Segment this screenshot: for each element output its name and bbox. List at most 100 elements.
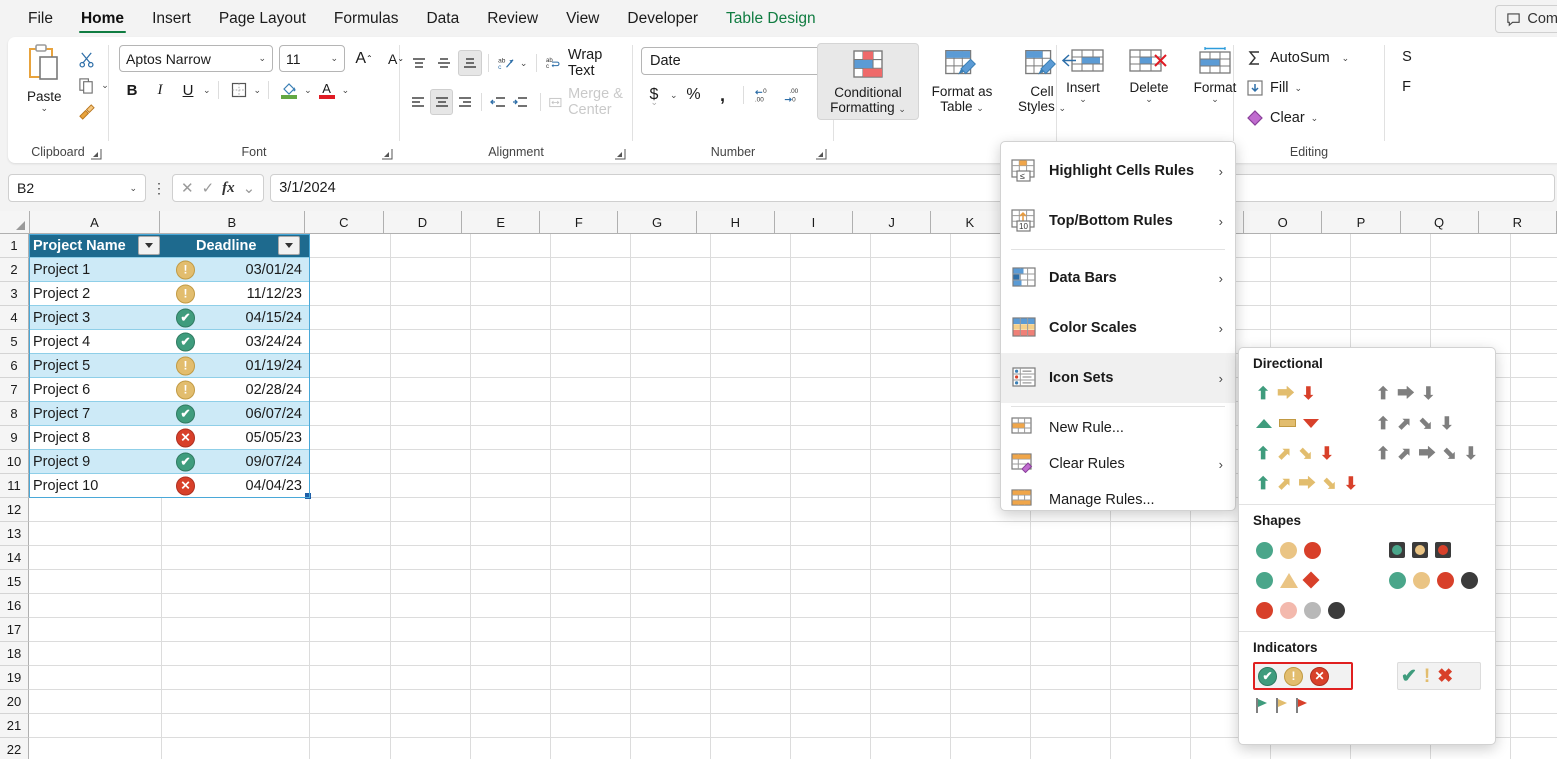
column-header-D[interactable]: D <box>383 211 463 233</box>
conditional-formatting-button[interactable]: Conditional Formatting ⌄ <box>817 43 919 120</box>
row-header-2[interactable]: 2 <box>0 258 29 282</box>
align-left-button[interactable] <box>408 90 428 114</box>
clear-chevron-down-icon[interactable]: ⌄ <box>1311 113 1319 123</box>
delete-cells-button[interactable]: Delete ⌄ <box>1117 43 1181 108</box>
format-painter-button[interactable] <box>73 99 99 123</box>
tab-view[interactable]: View <box>552 0 613 37</box>
cell-project-name[interactable]: Project 2 <box>29 282 162 305</box>
row-header-6[interactable]: 6 <box>0 354 29 378</box>
align-bottom-button[interactable] <box>457 50 483 76</box>
formula-chevron-down-icon[interactable]: ⌄ <box>243 181 256 196</box>
cell-project-name[interactable]: Project 9 <box>29 450 162 473</box>
cell-deadline[interactable]: ✔ 04/15/24 <box>162 306 310 329</box>
increase-decimal-button[interactable]: 0 .00 <box>751 83 777 107</box>
autosum-chevron-down-icon[interactable]: ⌄ <box>1342 53 1350 63</box>
cell-project-name[interactable]: Project 10 <box>29 474 162 497</box>
fill-button[interactable]: Fill ⌄ <box>1242 73 1302 103</box>
column-header-F[interactable]: F <box>540 211 619 233</box>
format-as-table-chevron-down-icon[interactable]: ⌄ <box>976 103 984 113</box>
paste-chevron-down-icon[interactable]: ⌄ <box>40 104 48 113</box>
table-row[interactable]: Project 7 ✔ 06/07/24 <box>29 402 310 426</box>
cancel-entry-icon[interactable]: ✕ <box>181 179 194 197</box>
name-box-chevron-down-icon[interactable]: ⌄ <box>129 183 137 193</box>
comments-button[interactable]: Com <box>1495 5 1557 33</box>
column-header-O[interactable]: O <box>1244 211 1323 233</box>
decrease-indent-button[interactable] <box>488 90 508 114</box>
column-header-Q[interactable]: Q <box>1400 211 1479 233</box>
iconset-3-symbols-circled[interactable]: ✔ ! ✕ <box>1253 662 1353 690</box>
row-header-1[interactable]: 1 <box>0 234 29 258</box>
row-header-11[interactable]: 11 <box>0 474 29 498</box>
tab-file[interactable]: File <box>14 0 67 37</box>
table-row[interactable]: Project 8 ✕ 05/05/23 <box>29 426 310 450</box>
iconset-3-symbols-uncircled[interactable]: ✔ ! ✖ <box>1397 662 1481 690</box>
autosum-button[interactable]: AutoSum ⌄ <box>1242 43 1349 73</box>
copy-chevron-down-icon[interactable]: ⌄ <box>101 80 109 90</box>
column-header-J[interactable]: J <box>853 211 932 233</box>
iconset-5-arrows-colored[interactable]: ⬆ ⬈ ⮕ ⬊ ⬇ <box>1253 468 1373 498</box>
row-header-3[interactable]: 3 <box>0 282 29 306</box>
wrap-text-button[interactable]: ab c Wrap Text <box>546 47 624 79</box>
iconset-3-traffic-lights-unrimmed[interactable] <box>1253 535 1386 565</box>
cell-project-name[interactable]: Project 5 <box>29 354 162 377</box>
increase-indent-button[interactable] <box>510 90 530 114</box>
font-size-input[interactable]: 11 ⌄ <box>279 45 345 72</box>
row-header-14[interactable]: 14 <box>0 546 29 570</box>
column-header-R[interactable]: R <box>1478 211 1557 233</box>
sort-filter-label-1[interactable]: S <box>1402 49 1412 65</box>
cell-project-name[interactable]: Project 8 <box>29 426 162 449</box>
row-header-20[interactable]: 20 <box>0 690 29 714</box>
cell-project-name[interactable]: Project 1 <box>29 258 162 281</box>
row-header-16[interactable]: 16 <box>0 594 29 618</box>
filter-button-deadline[interactable] <box>278 236 301 255</box>
row-header-22[interactable]: 22 <box>0 738 29 759</box>
fill-color-button[interactable] <box>276 78 302 102</box>
iconset-3-signs[interactable] <box>1253 565 1386 595</box>
iconset-4-red-to-black[interactable] <box>1253 595 1386 625</box>
cut-button[interactable] <box>73 47 99 71</box>
percent-button[interactable]: % <box>681 83 707 107</box>
column-header-I[interactable]: I <box>774 211 854 233</box>
row-header-17[interactable]: 17 <box>0 618 29 642</box>
borders-chevron-down-icon[interactable]: ⌄ <box>254 85 262 95</box>
iconset-3-flags[interactable] <box>1253 690 1389 720</box>
font-name-input[interactable]: Aptos Narrow ⌄ <box>119 45 273 72</box>
filter-button-project-name[interactable] <box>138 236 160 255</box>
format-chevron-down-icon[interactable]: ⌄ <box>1211 95 1219 104</box>
row-header-5[interactable]: 5 <box>0 330 29 354</box>
confirm-entry-icon[interactable]: ✓ <box>202 179 215 197</box>
iconset-3-triangles[interactable] <box>1253 408 1373 438</box>
sort-filter-label-2[interactable]: F <box>1402 79 1411 95</box>
row-header-15[interactable]: 15 <box>0 570 29 594</box>
insert-cells-button[interactable]: Insert ⌄ <box>1051 43 1115 108</box>
tab-developer[interactable]: Developer <box>613 0 712 37</box>
cell-deadline[interactable]: ! 02/28/24 <box>162 378 310 401</box>
decrease-decimal-button[interactable]: .00 0 <box>780 83 806 107</box>
insert-function-icon[interactable]: fx <box>222 180 235 197</box>
table-row[interactable]: Project 9 ✔ 09/07/24 <box>29 450 310 474</box>
cell-deadline[interactable]: ✕ 04/04/23 <box>162 474 310 497</box>
menu-item-icon-sets[interactable]: Icon Sets › <box>1001 353 1235 403</box>
table-resize-handle[interactable] <box>305 493 311 499</box>
orientation-button[interactable]: ab c <box>495 51 518 75</box>
menu-item-top-bottom-rules[interactable]: 10 Top/Bottom Rules › <box>1001 196 1235 246</box>
table-row[interactable]: Project 2 ! 11/12/23 <box>29 282 310 306</box>
row-header-13[interactable]: 13 <box>0 522 29 546</box>
menu-item-color-scales[interactable]: Color Scales › <box>1001 303 1235 353</box>
font-name-chevron-down-icon[interactable]: ⌄ <box>258 54 266 63</box>
menu-item-clear-rules[interactable]: Clear Rules › <box>1001 446 1235 482</box>
cell-deadline[interactable]: ! 03/01/24 <box>162 258 310 281</box>
table-row[interactable]: Project 4 ✔ 03/24/24 <box>29 330 310 354</box>
number-dialog-launcher[interactable] <box>815 148 827 160</box>
column-header-E[interactable]: E <box>462 211 541 233</box>
align-top-button[interactable] <box>408 51 431 75</box>
iconset-4-arrows-colored[interactable]: ⬆ ⬈ ⬊ ⬇ <box>1253 438 1373 468</box>
tab-home[interactable]: Home <box>67 0 138 37</box>
paste-button[interactable]: Paste ⌄ <box>15 43 73 113</box>
menu-item-highlight-cells-rules[interactable]: ≤ Highlight Cells Rules › <box>1001 146 1235 196</box>
formula-bar-more-icon[interactable]: ⋮ <box>152 180 166 197</box>
row-header-21[interactable]: 21 <box>0 714 29 738</box>
copy-button[interactable] <box>73 73 99 97</box>
row-header-18[interactable]: 18 <box>0 642 29 666</box>
borders-button[interactable] <box>226 78 252 102</box>
